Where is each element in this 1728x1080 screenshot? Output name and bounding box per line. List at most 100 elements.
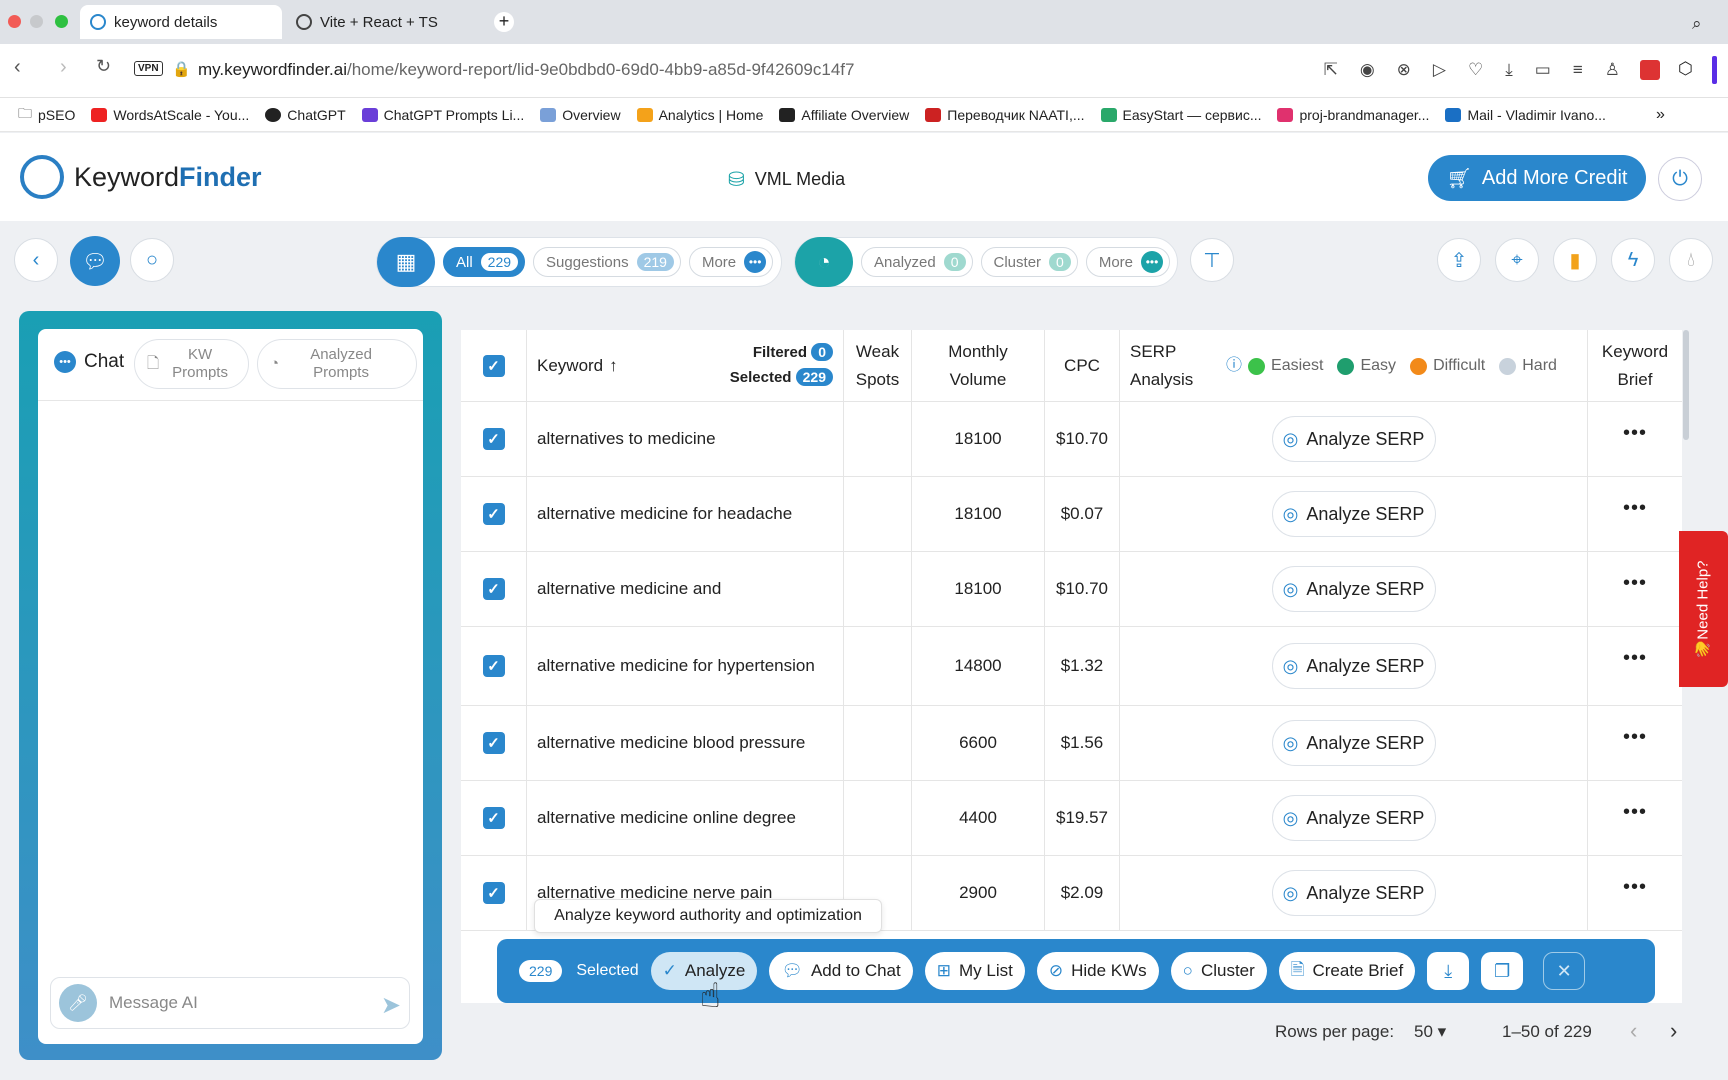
table-row[interactable]: ✓ alternatives to medicine 18100 $10.70 ◎ Ana… [461,402,1682,477]
prev-page-icon[interactable]: ‹ [1630,1018,1637,1044]
forward-icon[interactable]: › [60,56,67,79]
bookmark-chatgpt[interactable]: ChatGPT [265,107,346,123]
bookmark-chatgpt-prompts[interactable]: ChatGPT Prompts Li... [361,107,524,123]
hide-kws-button[interactable]: ⊘ Hide KWs [1036,952,1159,990]
brief-menu-button[interactable]: ••• [1588,552,1682,626]
battery-icon[interactable]: ▭ [1535,60,1551,80]
bookmark-analytics[interactable]: Analytics | Home [636,107,763,123]
add-credit-button[interactable]: 🛒︎ Add More Credit [1428,155,1646,201]
bookmark-mail[interactable]: Mail - Vladimir Ivano... [1445,107,1606,123]
bookmark-affiliate[interactable]: Affiliate Overview [779,107,909,123]
add-to-chat-button[interactable]: 💬︎ Add to Chat [769,952,913,990]
analyze-serp-button[interactable]: ◎ Analyze SERP [1271,795,1436,841]
analyze-serp-button[interactable]: ◎ Analyze SERP [1271,491,1436,537]
download-button[interactable]: ⤓ [1427,952,1470,990]
close-bar-button[interactable]: ✕ [1543,952,1586,990]
message-input[interactable]: 🎤︎ Message AI ➤ [50,977,410,1029]
row-checkbox[interactable]: ✓ [461,627,527,705]
keyword-brief-header[interactable]: Keyword Brief [1588,330,1682,402]
tab-analyzed-prompts[interactable]: ◔ Analyzed Prompts [257,339,417,389]
need-help-tab[interactable]: 👋Need Help? [1679,531,1728,687]
row-checkbox[interactable]: ✓ [461,477,527,551]
grid-icon[interactable]: ▦ [377,237,435,287]
bookmark-pseo[interactable]: 🗀 pSEO [18,103,75,127]
sitemap-button[interactable]: ⊤ [1190,238,1234,282]
row-checkbox[interactable]: ✓ [461,402,527,476]
filter-cluster[interactable]: Cluster 0 [980,247,1078,277]
more-bookmarks-icon[interactable]: » [1656,106,1665,124]
create-brief-button[interactable]: 🗎 Create Brief [1278,952,1416,990]
brief-menu-button[interactable]: ••• [1588,781,1682,855]
row-checkbox[interactable]: ✓ [461,856,527,930]
search-button[interactable]: ○ [130,238,174,282]
bolt-button[interactable]: ϟ [1611,238,1655,282]
filter-all[interactable]: All 229 [443,247,526,277]
copy-button[interactable]: ❐ [1481,952,1524,990]
send-icon[interactable]: ➤ [381,991,401,1020]
serp-analysis-header[interactable]: SERP Analysis ⓘ Easiest Easy Difficult H… [1120,330,1588,402]
browser-tab-keyword-details[interactable]: keyword details [80,5,282,39]
tab-kw-prompts[interactable]: 🗋 KW Prompts [134,339,249,389]
adblock-icon[interactable]: ⊗ [1397,60,1411,80]
filter-suggestions[interactable]: Suggestions 219 [533,247,681,277]
keyword-header[interactable]: Keyword ↑ Filtered 0 Selected 229 [527,330,844,402]
upload-button[interactable]: ⇪ [1437,238,1481,282]
bookmark-easystart[interactable]: EasyStart — сервис... [1100,107,1261,123]
url-field[interactable]: my.keywordfinder.ai/home/keyword-report/… [198,60,854,80]
target-button[interactable]: ⌖ [1495,238,1539,282]
table-row[interactable]: ✓ alternative medicine for headache 18100 $… [461,477,1682,552]
weak-spots-header[interactable]: Weak Spots [844,330,912,402]
bookmark-brandmanager[interactable]: proj-brandmanager... [1277,107,1429,123]
analyze-serp-button[interactable]: ◎ Analyze SERP [1271,720,1436,766]
table-row[interactable]: ✓ alternative medicine online degree 4400 $… [461,781,1682,856]
workspace-selector[interactable]: ⛁ VML Media [728,167,845,192]
reload-icon[interactable]: ↻ [96,56,111,77]
monthly-volume-header[interactable]: Monthly Volume [912,330,1045,402]
vpn-badge[interactable]: VPN [134,61,163,76]
close-window-button[interactable] [8,15,21,28]
table-scrollbar[interactable] [1683,330,1689,440]
chat-toggle-button[interactable]: 💬︎ [70,236,120,286]
tab-chat[interactable]: ••• Chat [54,351,124,373]
new-tab-button[interactable]: + [494,12,514,32]
play-icon[interactable]: ▷ [1433,60,1446,80]
row-checkbox[interactable]: ✓ [461,706,527,780]
extension-icon[interactable] [1640,60,1660,80]
rows-per-page-select[interactable]: 50 ▾ [1414,1022,1446,1042]
cluster-button[interactable]: ○ Cluster [1170,952,1267,990]
filter-more[interactable]: More ••• [688,247,774,277]
drop-button[interactable]: 💧︎ [1669,238,1713,282]
brief-menu-button[interactable]: ••• [1588,627,1682,705]
row-checkbox[interactable]: ✓ [461,781,527,855]
brief-menu-button[interactable]: ••• [1588,402,1682,476]
select-all-checkbox[interactable]: ✓ [461,330,527,402]
back-icon[interactable]: ‹ [14,56,21,79]
analyze-serp-button[interactable]: ◎ Analyze SERP [1271,870,1436,916]
table-row[interactable]: ✓ alternative medicine for hypertension 14… [461,627,1682,706]
mic-off-icon[interactable]: 🎤︎ [59,984,97,1022]
row-checkbox[interactable]: ✓ [461,552,527,626]
share-icon[interactable]: ⇱ [1324,60,1338,80]
bookmark-button[interactable]: ▮ [1553,238,1597,282]
filter-more-analysis[interactable]: More ••• [1085,247,1171,277]
back-button[interactable]: ‹ [14,238,58,282]
table-row[interactable]: ✓ alternative medicine blood pressure 6600… [461,706,1682,781]
bookmark-overview[interactable]: Overview [540,107,621,123]
table-row[interactable]: ✓ alternative medicine and 18100 $10.70 ◎ Ana… [461,552,1682,627]
browser-tab-vite[interactable]: Vite + React + TS [286,5,486,39]
logo[interactable]: KeywordFinder [20,155,262,199]
next-page-icon[interactable]: › [1670,1018,1677,1044]
cpc-header[interactable]: CPC [1045,330,1120,402]
brief-menu-button[interactable]: ••• [1588,856,1682,930]
analyze-serp-button[interactable]: ◎ Analyze SERP [1271,566,1436,612]
bookmark-naati[interactable]: Переводчик NAATI,... [925,107,1085,123]
minimize-window-button[interactable] [30,15,43,28]
power-icon[interactable]: ⏻ [1658,157,1702,201]
filter-analyzed[interactable]: Analyzed 0 [861,247,973,277]
my-list-button[interactable]: ⊞ My List [924,952,1025,990]
brief-menu-button[interactable]: ••• [1588,477,1682,551]
maximize-window-button[interactable] [55,15,68,28]
bookmark-wordsatscale[interactable]: WordsAtScale - You... [91,107,249,123]
profile-icon[interactable]: ♙ [1605,60,1620,80]
camera-icon[interactable]: ◉ [1360,60,1375,80]
